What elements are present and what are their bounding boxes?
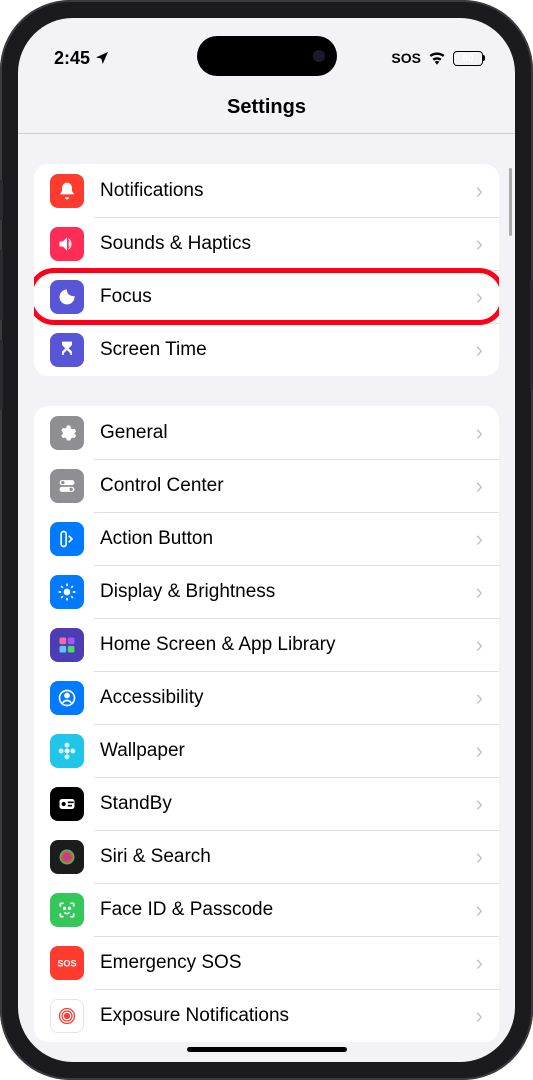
row-label: Accessibility <box>100 687 476 709</box>
settings-content[interactable]: Notifications›Sounds & Haptics›Focus›Scr… <box>18 134 515 1058</box>
wifi-icon <box>428 51 446 65</box>
settings-row-notifications[interactable]: Notifications› <box>34 164 499 217</box>
settings-row-standby[interactable]: StandBy› <box>34 777 499 830</box>
settings-row-siri[interactable]: Siri & Search› <box>34 830 499 883</box>
settings-row-accessibility[interactable]: Accessibility› <box>34 671 499 724</box>
svg-text:SOS: SOS <box>57 958 76 968</box>
settings-row-screentime[interactable]: Screen Time› <box>34 323 499 376</box>
row-label: Display & Brightness <box>100 581 476 603</box>
grid-icon <box>50 628 84 662</box>
chevron-right-icon: › <box>476 950 483 976</box>
switches-icon <box>50 469 84 503</box>
row-label: Siri & Search <box>100 846 476 868</box>
row-label: Control Center <box>100 475 476 497</box>
settings-row-sounds[interactable]: Sounds & Haptics› <box>34 217 499 270</box>
row-label: Sounds & Haptics <box>100 233 476 255</box>
gear-icon <box>50 416 84 450</box>
exposure-icon <box>50 999 84 1033</box>
chevron-right-icon: › <box>476 844 483 870</box>
page-title: Settings <box>18 80 515 134</box>
screen: 2:45 SOS 80 Settings Notifications›Sound… <box>18 18 515 1062</box>
row-label: Face ID & Passcode <box>100 899 476 921</box>
chevron-right-icon: › <box>476 337 483 363</box>
row-label: Notifications <box>100 180 476 202</box>
person-icon <box>50 681 84 715</box>
location-icon <box>94 50 110 66</box>
siri-icon <box>50 840 84 874</box>
settings-row-faceid[interactable]: Face ID & Passcode› <box>34 883 499 936</box>
battery-indicator: 80 <box>453 51 485 66</box>
chevron-right-icon: › <box>476 420 483 446</box>
action-icon <box>50 522 84 556</box>
settings-row-display[interactable]: Display & Brightness› <box>34 565 499 618</box>
chevron-right-icon: › <box>476 685 483 711</box>
hourglass-icon <box>50 333 84 367</box>
sun-icon <box>50 575 84 609</box>
chevron-right-icon: › <box>476 897 483 923</box>
status-time: 2:45 <box>54 48 90 69</box>
faceid-icon <box>50 893 84 927</box>
home-indicator[interactable] <box>187 1047 347 1052</box>
chevron-right-icon: › <box>476 473 483 499</box>
chevron-right-icon: › <box>476 791 483 817</box>
volume-down-button <box>0 340 3 410</box>
row-label: Exposure Notifications <box>100 1005 476 1027</box>
chevron-right-icon: › <box>476 579 483 605</box>
settings-row-exposure[interactable]: Exposure Notifications› <box>34 989 499 1042</box>
row-label: Focus <box>100 286 476 308</box>
iphone-frame: 2:45 SOS 80 Settings Notifications›Sound… <box>0 0 533 1080</box>
row-label: Action Button <box>100 528 476 550</box>
dynamic-island <box>197 36 337 76</box>
settings-group: General›Control Center›Action Button›Dis… <box>34 406 499 1042</box>
chevron-right-icon: › <box>476 1003 483 1029</box>
flower-icon <box>50 734 84 768</box>
volume-up-button <box>0 250 3 320</box>
row-label: General <box>100 422 476 444</box>
row-label: Home Screen & App Library <box>100 634 476 656</box>
settings-row-actionbutton[interactable]: Action Button› <box>34 512 499 565</box>
settings-group: Notifications›Sounds & Haptics›Focus›Scr… <box>34 164 499 376</box>
sos-icon: SOS <box>50 946 84 980</box>
chevron-right-icon: › <box>476 526 483 552</box>
settings-row-focus[interactable]: Focus› <box>34 270 499 323</box>
chevron-right-icon: › <box>476 632 483 658</box>
settings-row-controlcenter[interactable]: Control Center› <box>34 459 499 512</box>
row-label: Emergency SOS <box>100 952 476 974</box>
chevron-right-icon: › <box>476 284 483 310</box>
bell-icon <box>50 174 84 208</box>
settings-row-general[interactable]: General› <box>34 406 499 459</box>
moon-icon <box>50 280 84 314</box>
sos-indicator: SOS <box>391 50 421 66</box>
settings-row-wallpaper[interactable]: Wallpaper› <box>34 724 499 777</box>
chevron-right-icon: › <box>476 231 483 257</box>
row-label: Screen Time <box>100 339 476 361</box>
row-label: StandBy <box>100 793 476 815</box>
settings-row-homescreen[interactable]: Home Screen & App Library› <box>34 618 499 671</box>
chevron-right-icon: › <box>476 738 483 764</box>
standby-icon <box>50 787 84 821</box>
scroll-indicator[interactable] <box>509 168 512 236</box>
settings-row-sos-row[interactable]: SOS Emergency SOS› <box>34 936 499 989</box>
speaker-icon <box>50 227 84 261</box>
chevron-right-icon: › <box>476 178 483 204</box>
mute-switch <box>0 180 3 220</box>
row-label: Wallpaper <box>100 740 476 762</box>
